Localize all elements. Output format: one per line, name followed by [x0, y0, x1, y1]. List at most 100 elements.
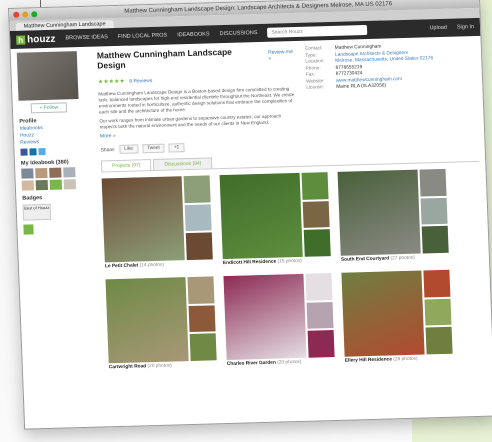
project-caption[interactable]: Ellery Hill Residence (28 photos) — [345, 356, 453, 364]
minimize-icon[interactable] — [22, 11, 29, 18]
project-title[interactable]: Ellery Hill Residence — [345, 357, 392, 363]
profile-sidebar: + Follow Profile Ideabooks Houzz Reviews… — [16, 51, 103, 373]
project-photos[interactable] — [337, 168, 449, 256]
project-thumb[interactable] — [425, 327, 453, 355]
profile-photo — [16, 51, 79, 101]
project-caption[interactable]: Le Petit Chalet (14 photos) — [105, 261, 213, 270]
project-title[interactable]: South End Courtyard — [341, 256, 389, 262]
project-photo-count: (28 photos) — [393, 356, 418, 363]
project-main-photo[interactable] — [105, 277, 189, 364]
upload-link[interactable]: Upload — [429, 25, 447, 31]
nav-item-ideabooks[interactable]: IDEABOOKS — [177, 31, 210, 38]
project-thumb[interactable] — [306, 301, 334, 330]
project-card[interactable]: Le Petit Chalet (14 photos) — [101, 175, 213, 270]
tweet-button[interactable]: Tweet — [141, 143, 166, 154]
project-card[interactable]: South End Courtyard (27 photos) — [337, 168, 449, 263]
best-of-houzz-badge[interactable]: Best of Houzz — [22, 203, 52, 221]
linkedin-icon[interactable] — [29, 148, 37, 156]
logo-text: houzz — [26, 33, 56, 45]
follower-avatar[interactable] — [63, 167, 76, 178]
project-photos[interactable] — [341, 269, 453, 357]
project-title[interactable]: Charles River Garden — [227, 361, 276, 367]
close-icon[interactable] — [13, 11, 20, 18]
project-thumb[interactable] — [188, 305, 216, 333]
project-main-photo[interactable] — [219, 172, 303, 260]
profile-main: Matthew Cunningham Landscape Design Revi… — [97, 40, 487, 370]
follower-avatar[interactable] — [49, 179, 63, 190]
window-controls — [13, 11, 38, 18]
project-photo-count: (27 photos) — [390, 255, 415, 262]
project-caption[interactable]: South End Courtyard (27 photos) — [341, 255, 449, 263]
project-photos[interactable] — [219, 172, 331, 260]
project-main-photo[interactable] — [223, 273, 307, 361]
project-thumb[interactable] — [187, 276, 215, 304]
project-thumb[interactable] — [303, 229, 331, 257]
project-main-photo[interactable] — [341, 270, 425, 357]
project-main-photo[interactable] — [101, 176, 185, 263]
project-thumb[interactable] — [419, 168, 447, 197]
project-caption[interactable]: Cartwright Road (20 photos) — [109, 362, 217, 371]
project-caption[interactable]: Endicott Hill Residence (15 photos) — [223, 258, 331, 266]
project-thumb[interactable] — [420, 197, 448, 225]
badge-icon — [23, 224, 34, 235]
project-card[interactable]: Endicott Hill Residence (15 photos) — [219, 172, 331, 266]
facebook-icon[interactable] — [20, 148, 28, 156]
houzz-logo[interactable]: h houzz — [16, 33, 56, 45]
project-photo-count: (15 photos) — [277, 258, 302, 265]
project-caption[interactable]: Charles River Garden (20 photos) — [227, 359, 335, 367]
social-icons — [20, 147, 94, 156]
follow-button[interactable]: + Follow — [30, 102, 68, 114]
project-thumb[interactable] — [421, 226, 449, 254]
project-card[interactable]: Ellery Hill Residence (28 photos) — [341, 269, 453, 364]
review-me-link[interactable]: Review me » — [268, 49, 297, 62]
follower-avatar[interactable] — [35, 167, 48, 179]
project-photo-count: (14 photos) — [139, 262, 165, 269]
license-value: Maine RLA (#LA32056) — [336, 83, 387, 90]
search-input[interactable]: Search Houzz — [267, 24, 368, 38]
google-plus-button[interactable]: +1 — [168, 143, 185, 153]
houzz-logo-icon: h — [16, 35, 26, 45]
follower-avatar[interactable] — [63, 179, 77, 190]
project-thumb[interactable] — [184, 204, 212, 232]
follower-avatar[interactable] — [49, 167, 62, 178]
facebook-like-button[interactable]: Like — [119, 144, 139, 154]
project-card[interactable]: Cartwright Road (20 photos) — [105, 276, 217, 371]
project-thumb-column — [187, 276, 217, 362]
project-photo-count: (20 photos) — [147, 363, 172, 370]
project-photos[interactable] — [101, 175, 213, 263]
project-card[interactable]: Charles River Garden (20 photos) — [223, 273, 335, 367]
twitter-icon[interactable] — [38, 148, 46, 156]
project-title[interactable]: Le Petit Chalet — [105, 263, 139, 269]
reviews-link[interactable]: 8 Reviews — [129, 78, 152, 85]
project-photos[interactable] — [105, 276, 217, 364]
sidebar-link-reviews[interactable]: Reviews — [20, 138, 94, 146]
followers-heading: My Ideabook (380) — [20, 159, 69, 167]
project-photos[interactable] — [223, 273, 335, 361]
tab-projects[interactable]: Projects (97) — [100, 159, 152, 172]
project-thumb[interactable] — [189, 333, 217, 362]
follower-avatar[interactable] — [35, 179, 49, 191]
follower-avatar[interactable] — [21, 168, 34, 179]
rating-stars-icon: ★★★★★ — [97, 78, 125, 86]
sign-in-link[interactable]: Sign In — [457, 24, 474, 30]
project-thumb[interactable] — [185, 232, 213, 261]
project-thumb[interactable] — [424, 298, 452, 326]
project-main-photo[interactable] — [337, 169, 421, 256]
project-thumb[interactable] — [302, 200, 330, 229]
share-label: Share: — [100, 146, 116, 153]
project-thumb[interactable] — [301, 172, 329, 200]
project-photo-count: (20 photos) — [277, 359, 302, 366]
nav-item-browse[interactable]: BROWSE IDEAS — [65, 34, 108, 41]
project-thumb[interactable] — [307, 330, 335, 358]
project-title[interactable]: Endicott Hill Residence — [223, 260, 276, 266]
project-thumb[interactable] — [183, 175, 211, 203]
nav-item-pros[interactable]: FIND LOCAL PROS — [118, 33, 168, 40]
project-thumb[interactable] — [305, 273, 333, 301]
nav-item-discussions[interactable]: DISCUSSIONS — [219, 30, 257, 37]
follower-avatar[interactable] — [21, 180, 35, 191]
project-thumb[interactable] — [423, 269, 451, 298]
project-title[interactable]: Cartwright Road — [109, 364, 146, 370]
tab-discussions[interactable]: Discussions (84) — [153, 157, 213, 170]
badges-heading: Badges — [22, 195, 43, 202]
browser-window: Matthew Cunningham Landscape Design: Lan… — [8, 0, 492, 430]
